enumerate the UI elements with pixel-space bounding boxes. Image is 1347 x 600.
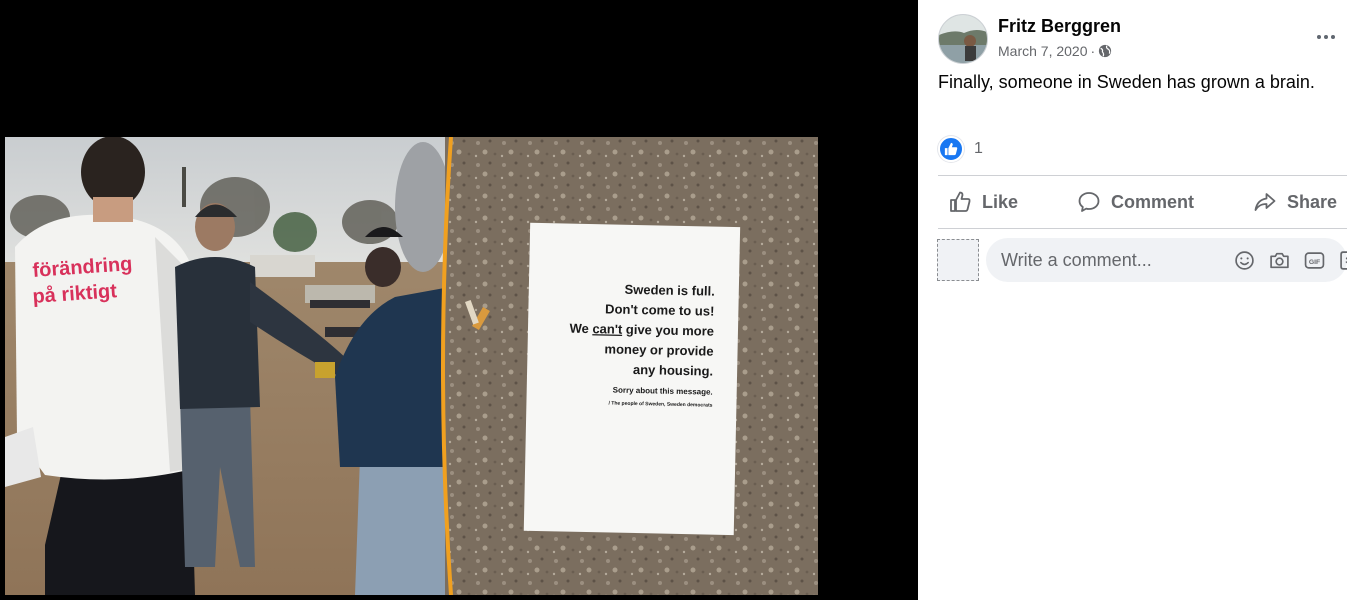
divider	[938, 228, 1347, 229]
post-text: Finally, someone in Sweden has grown a b…	[938, 72, 1315, 92]
photo-collage: förändring på riktigt Sweden is full. Do…	[5, 137, 818, 595]
divider	[938, 175, 1347, 176]
commenter-avatar	[937, 239, 979, 281]
post-panel: Fritz Berggren March 7, 2020 · Finally, …	[918, 0, 1347, 600]
author-avatar[interactable]	[938, 14, 988, 64]
comment-composer: GIF	[986, 238, 1347, 282]
sticker-icon[interactable]	[1338, 249, 1347, 272]
like-label: Like	[982, 191, 1019, 212]
sign-line-3: We can't give you more	[569, 321, 714, 339]
share-button[interactable]: Share	[1243, 182, 1347, 222]
reactions-summary[interactable]: 1	[938, 136, 983, 162]
comment-tools: GIF	[1233, 249, 1347, 272]
reaction-count: 1	[974, 140, 983, 157]
share-arrow-icon	[1254, 193, 1276, 211]
sign-line-2: Don't come to us!	[605, 301, 715, 318]
sign-line-1: Sweden is full.	[624, 282, 715, 299]
share-label: Share	[1286, 191, 1337, 212]
comment-input[interactable]	[1001, 249, 1233, 271]
post-date[interactable]: March 7, 2020	[998, 43, 1088, 59]
avatar-photo	[939, 15, 987, 63]
sign-paper: Sweden is full. Don't come to us! We can…	[523, 222, 741, 536]
post-actions: Like Comment Share	[938, 180, 1347, 224]
camera-icon[interactable]	[1268, 249, 1291, 272]
like-reaction-icon	[938, 136, 964, 162]
comment-label: Comment	[1110, 191, 1194, 212]
sign-line-4: money or provide	[604, 341, 713, 358]
post-meta: March 7, 2020 ·	[998, 43, 1112, 59]
comment-button[interactable]: Comment	[1067, 182, 1204, 222]
thumbs-up-icon	[950, 191, 971, 212]
post-photo[interactable]: förändring på riktigt Sweden is full. Do…	[5, 137, 818, 595]
emoji-icon[interactable]	[1233, 249, 1256, 272]
like-button[interactable]: Like	[938, 182, 1028, 222]
meta-separator: ·	[1090, 43, 1096, 59]
photo-viewer[interactable]: förändring på riktigt Sweden is full. Do…	[0, 0, 918, 600]
more-options-icon[interactable]	[1312, 28, 1340, 46]
gif-icon[interactable]: GIF	[1303, 249, 1326, 272]
globe-icon	[1098, 44, 1112, 58]
sign-line-5: any housing.	[633, 362, 713, 379]
comment-bubble-icon	[1078, 192, 1100, 212]
svg-text:GIF: GIF	[1309, 258, 1320, 265]
author-name[interactable]: Fritz Berggren	[998, 16, 1121, 37]
